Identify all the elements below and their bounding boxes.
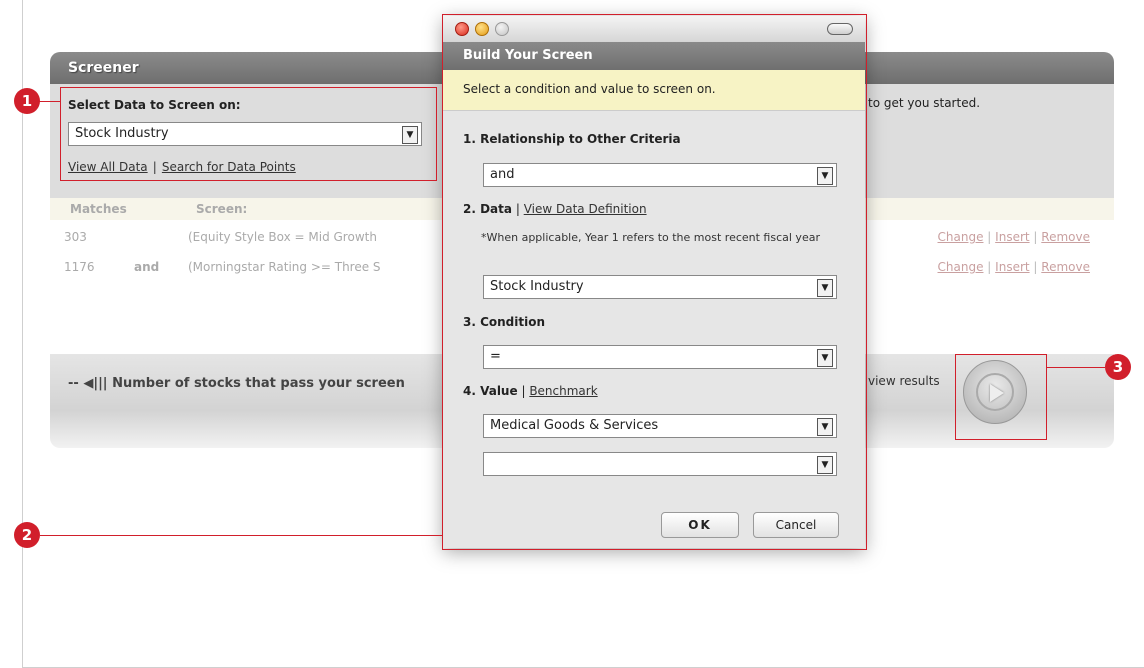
row1-sep-1: | <box>987 230 992 244</box>
row2-sep-2: | <box>1033 260 1038 274</box>
annotation-box-1 <box>60 87 437 181</box>
stock-count-text: -- ◀||| Number of stocks that pass your … <box>68 376 405 391</box>
row2-matches: 1176 <box>64 260 95 274</box>
matches-header: Matches <box>70 202 127 216</box>
row1-sep-2: | <box>1033 230 1038 244</box>
annotation-line-3 <box>1047 367 1105 368</box>
annotation-line-1 <box>38 101 60 102</box>
row2-actions: Change | Insert | Remove <box>938 260 1090 274</box>
row1-actions: Change | Insert | Remove <box>938 230 1090 244</box>
row1-matches: 303 <box>64 230 87 244</box>
annotation-badge-1: 1 <box>14 88 40 114</box>
row2-insert-link[interactable]: Insert <box>995 260 1029 274</box>
started-text: to get you started. <box>868 96 981 110</box>
row2-sep-1: | <box>987 260 992 274</box>
view-results-label: view results <box>868 374 940 388</box>
row1-insert-link[interactable]: Insert <box>995 230 1029 244</box>
screener-title: Screener <box>68 60 139 76</box>
row1-change-link[interactable]: Change <box>938 230 984 244</box>
row2-conj: and <box>134 260 160 274</box>
annotation-box-2 <box>442 14 867 550</box>
row2-screen: (Morningstar Rating >= Three S <box>188 260 381 274</box>
row2-remove-link[interactable]: Remove <box>1041 260 1090 274</box>
annotation-box-3 <box>955 354 1047 440</box>
screen-header: Screen: <box>196 202 248 216</box>
row2-change-link[interactable]: Change <box>938 260 984 274</box>
annotation-line-2 <box>40 535 442 536</box>
row1-screen: (Equity Style Box = Mid Growth <box>188 230 377 244</box>
row1-remove-link[interactable]: Remove <box>1041 230 1090 244</box>
annotation-badge-2: 2 <box>14 522 40 548</box>
annotation-badge-3: 3 <box>1105 354 1131 380</box>
